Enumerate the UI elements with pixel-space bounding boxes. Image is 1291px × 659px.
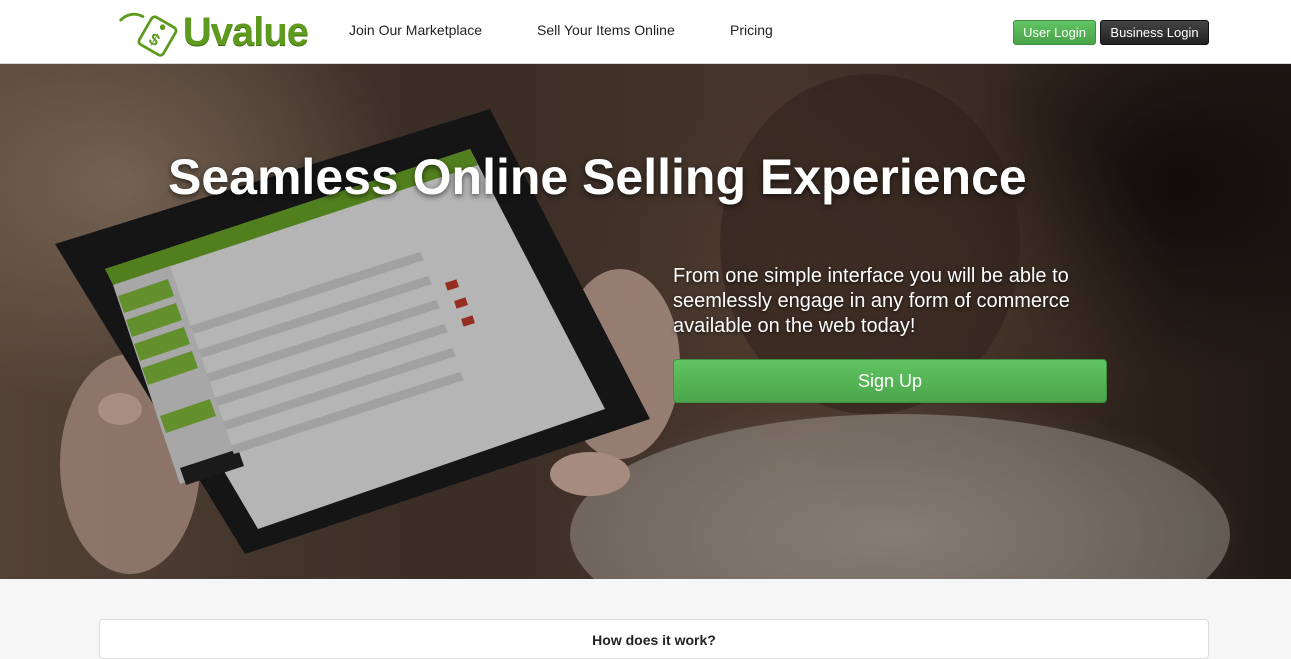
business-login-button[interactable]: Business Login	[1100, 20, 1209, 45]
hero-title: Seamless Online Selling Experience	[168, 149, 1027, 205]
price-tag-icon: $	[118, 12, 178, 57]
hero-description: From one simple interface you will be ab…	[673, 265, 1070, 337]
how-it-works-title: How does it work?	[592, 632, 716, 648]
nav-sell-items[interactable]: Sell Your Items Online	[537, 22, 675, 38]
how-it-works-panel: How does it work?	[99, 619, 1209, 659]
user-login-button[interactable]: User Login	[1013, 20, 1096, 45]
brand-name: Uvalue	[182, 10, 309, 54]
sign-up-button[interactable]: Sign Up	[673, 359, 1107, 403]
nav-pricing[interactable]: Pricing	[730, 22, 773, 38]
top-navbar: $ Uvalue Join Our Marketplace Sell Your …	[0, 0, 1291, 64]
uvalue-logo[interactable]: $ Uvalue	[118, 6, 309, 58]
nav-join-marketplace[interactable]: Join Our Marketplace	[349, 22, 482, 38]
hero-banner: Seamless Online Selling Experience From …	[0, 64, 1291, 579]
